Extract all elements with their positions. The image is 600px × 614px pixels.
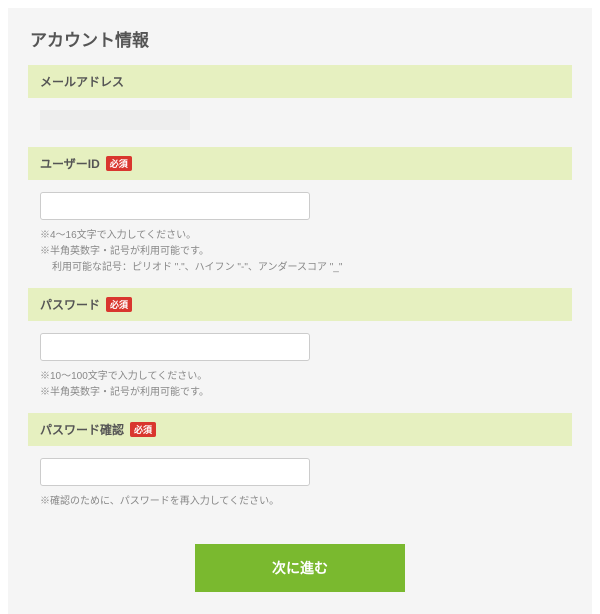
button-row: 次に進む (28, 544, 572, 592)
label-password: パスワード (40, 296, 100, 313)
email-display (40, 110, 190, 130)
label-password-confirm: パスワード確認 (40, 421, 124, 438)
help-text-password-confirm: ※確認のために、パスワードを再入力してください。 (40, 494, 560, 510)
section-header-password: パスワード 必須 (28, 288, 572, 321)
help-line: ※4〜16文字で入力してください。 (40, 228, 560, 244)
section-header-email: メールアドレス (28, 65, 572, 98)
field-body-password-confirm: ※確認のために、パスワードを再入力してください。 (28, 446, 572, 522)
field-body-user-id: ※4〜16文字で入力してください。 ※半角英数字・記号が利用可能です。 利用可能… (28, 180, 572, 288)
page-title: アカウント情報 (30, 26, 572, 51)
required-badge: 必須 (130, 422, 156, 437)
password-input[interactable] (40, 333, 310, 361)
section-header-user-id: ユーザーID 必須 (28, 147, 572, 180)
field-body-password: ※10〜100文字で入力してください。 ※半角英数字・記号が利用可能です。 (28, 321, 572, 413)
label-email: メールアドレス (40, 73, 124, 90)
help-text-user-id: ※4〜16文字で入力してください。 ※半角英数字・記号が利用可能です。 利用可能… (40, 228, 560, 276)
field-body-email (28, 98, 572, 147)
account-info-form: アカウント情報 メールアドレス ユーザーID 必須 ※4〜16文字で入力してくだ… (8, 8, 592, 614)
help-line: ※半角英数字・記号が利用可能です。 (40, 385, 560, 401)
required-badge: 必須 (106, 156, 132, 171)
help-text-password: ※10〜100文字で入力してください。 ※半角英数字・記号が利用可能です。 (40, 369, 560, 401)
help-line: ※10〜100文字で入力してください。 (40, 369, 560, 385)
required-badge: 必須 (106, 297, 132, 312)
label-user-id: ユーザーID (40, 155, 100, 172)
password-confirm-input[interactable] (40, 458, 310, 486)
user-id-input[interactable] (40, 192, 310, 220)
submit-button[interactable]: 次に進む (195, 544, 405, 592)
section-header-password-confirm: パスワード確認 必須 (28, 413, 572, 446)
help-line: ※半角英数字・記号が利用可能です。 (40, 244, 560, 260)
help-line: 利用可能な記号：ピリオド "."、ハイフン "-"、アンダースコア "_" (40, 260, 560, 276)
help-line: ※確認のために、パスワードを再入力してください。 (40, 494, 560, 510)
